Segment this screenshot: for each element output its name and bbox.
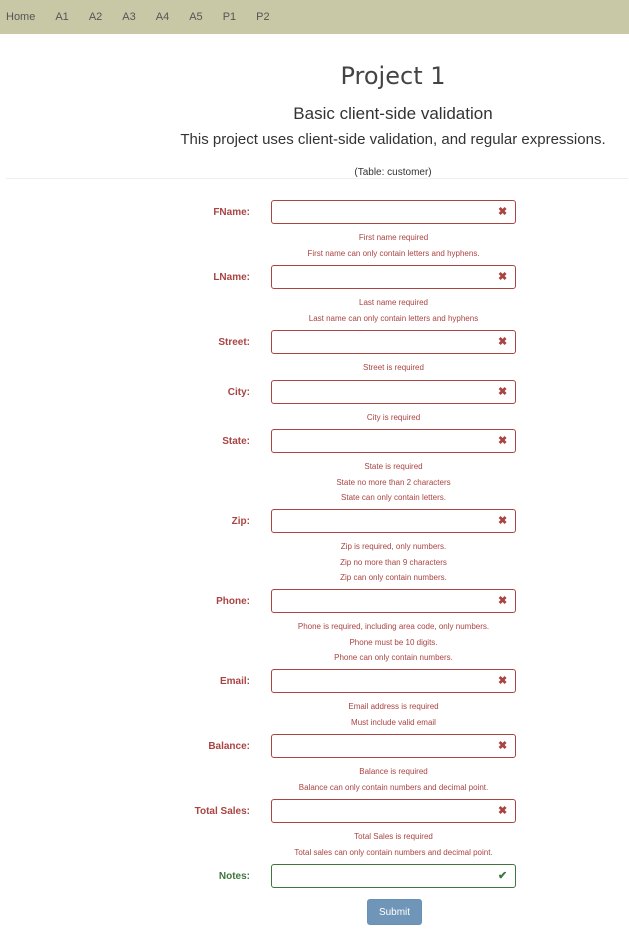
phone-input[interactable] <box>271 589 516 613</box>
lname-errors: Last name required Last name can only co… <box>271 295 516 326</box>
notes-input[interactable] <box>271 864 516 888</box>
email-label: Email: <box>219 676 250 687</box>
error-x-icon: ✖ <box>498 206 508 218</box>
error-message: State is required <box>364 462 423 471</box>
error-message: City is required <box>366 413 421 422</box>
error-x-icon: ✖ <box>498 595 508 607</box>
page-subtitle: Basic client-side validation <box>293 104 493 123</box>
error-x-icon: ✖ <box>498 805 508 817</box>
error-message: Zip can only contain numbers. <box>340 573 447 582</box>
street-label: Street: <box>218 337 250 348</box>
total-sales-errors: Total Sales is required Total sales can … <box>271 829 516 860</box>
nav-a5[interactable]: A5 <box>189 11 202 23</box>
city-label: City: <box>227 387 250 398</box>
city-input[interactable] <box>271 380 516 404</box>
error-message: State no more than 2 characters <box>336 477 451 487</box>
error-message: Phone can only contain numbers. <box>334 653 453 662</box>
error-x-icon: ✖ <box>498 336 508 348</box>
error-message: Must include valid email <box>351 717 436 727</box>
balance-label: Balance: <box>208 741 250 752</box>
error-message: First name can only contain letters and … <box>307 248 480 258</box>
lname-label: LName: <box>213 272 250 283</box>
error-message: First name required <box>358 233 429 242</box>
phone-errors: Phone is required, including area code, … <box>271 619 516 666</box>
error-message: State can only contain letters. <box>341 493 446 502</box>
error-message: Balance is required <box>359 767 428 776</box>
zip-errors: Zip is required, only numbers. Zip no mo… <box>271 539 516 586</box>
lname-input[interactable] <box>271 265 516 289</box>
error-message: Zip is required, only numbers. <box>340 542 447 551</box>
nav-a4[interactable]: A4 <box>156 11 169 23</box>
error-message: Balance can only contain numbers and dec… <box>298 782 489 792</box>
zip-label: Zip: <box>231 516 250 527</box>
error-message: Total sales can only contain numbers and… <box>294 847 493 857</box>
error-message: Total Sales is required <box>354 832 433 841</box>
top-navbar: Home A1 A2 A3 A4 A5 P1 P2 <box>0 0 629 34</box>
error-x-icon: ✖ <box>498 435 508 447</box>
error-message: Street is required <box>363 363 424 372</box>
error-x-icon: ✖ <box>498 271 508 283</box>
notes-label: Notes: <box>218 871 250 882</box>
error-message: Zip no more than 9 characters <box>340 557 447 567</box>
error-message: Last name required <box>359 298 428 307</box>
nav-p1[interactable]: P1 <box>223 11 236 23</box>
balance-errors: Balance is required Balance can only con… <box>271 764 516 795</box>
state-errors: State is required State no more than 2 c… <box>271 459 516 506</box>
submit-button[interactable]: Submit <box>367 899 422 925</box>
page-description: This project uses client-side validation… <box>180 131 606 148</box>
nav-a1[interactable]: A1 <box>55 11 68 23</box>
fname-errors: First name required First name can only … <box>271 230 516 261</box>
error-message: Email address is required <box>348 702 439 711</box>
street-input[interactable] <box>271 330 516 354</box>
email-input[interactable] <box>271 669 516 693</box>
error-x-icon: ✖ <box>498 740 508 752</box>
header-divider <box>6 178 628 179</box>
street-errors: Street is required <box>271 360 516 376</box>
city-errors: City is required <box>271 410 516 426</box>
fname-label: FName: <box>213 207 250 218</box>
error-x-icon: ✖ <box>498 675 508 687</box>
check-icon: ✔ <box>498 870 508 882</box>
total-sales-input[interactable] <box>271 799 516 823</box>
state-label: State: <box>222 436 250 447</box>
error-message: Last name can only contain letters and h… <box>308 313 479 323</box>
balance-input[interactable] <box>271 734 516 758</box>
fname-input[interactable] <box>271 200 516 224</box>
nav-home[interactable]: Home <box>6 11 35 23</box>
error-message: Phone is required, including area code, … <box>297 622 490 631</box>
page-title: Project 1 <box>340 62 446 90</box>
error-message: Phone must be 10 digits. <box>349 637 438 647</box>
phone-label: Phone: <box>216 596 250 607</box>
email-errors: Email address is required Must include v… <box>271 699 516 730</box>
zip-input[interactable] <box>271 509 516 533</box>
state-input[interactable] <box>271 429 516 453</box>
error-x-icon: ✖ <box>498 386 508 398</box>
total-sales-label: Total Sales: <box>194 806 250 817</box>
nav-a3[interactable]: A3 <box>122 11 135 23</box>
nav-a2[interactable]: A2 <box>89 11 102 23</box>
nav-p2[interactable]: P2 <box>256 11 269 23</box>
error-x-icon: ✖ <box>498 515 508 527</box>
table-note: (Table: customer) <box>354 167 432 178</box>
